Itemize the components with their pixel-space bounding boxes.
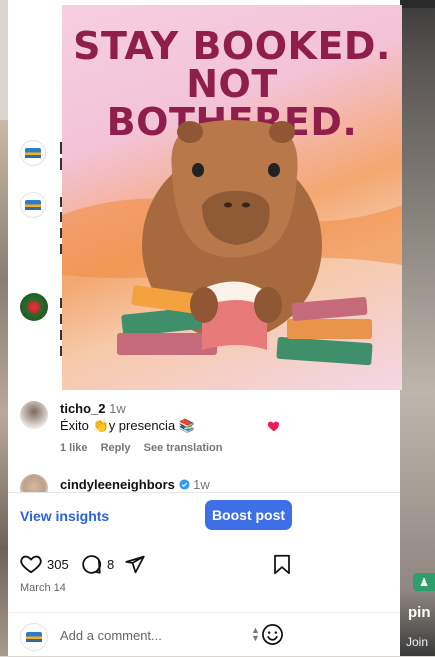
bookmark-icon[interactable] bbox=[273, 554, 291, 575]
comment-avatar[interactable] bbox=[20, 140, 46, 166]
comment-avatar[interactable] bbox=[20, 401, 48, 429]
avatar bbox=[20, 192, 46, 218]
heart-icon[interactable] bbox=[20, 554, 42, 574]
comment-avatar[interactable] bbox=[20, 293, 48, 321]
avatar bbox=[20, 140, 46, 166]
background-join-label: Join bbox=[406, 635, 429, 649]
avatar bbox=[20, 401, 48, 429]
post-actions: 305 8 bbox=[8, 548, 400, 582]
view-insights-link[interactable]: View insights bbox=[20, 508, 109, 524]
share-icon[interactable] bbox=[124, 554, 146, 575]
background-photo-strip bbox=[400, 0, 435, 8]
comment-translate[interactable]: See translation bbox=[144, 442, 223, 454]
comment-icon[interactable] bbox=[81, 554, 102, 575]
background-photo-right bbox=[400, 0, 435, 656]
comment-username[interactable]: ticho_2 1w bbox=[60, 401, 126, 416]
book-shape bbox=[287, 319, 372, 339]
comment-time: 1w bbox=[193, 477, 210, 492]
boost-post-button[interactable]: Boost post bbox=[205, 500, 292, 530]
insights-bar: View insights Boost post bbox=[8, 492, 400, 539]
comment-likes[interactable]: 1 like bbox=[60, 442, 88, 454]
capybara-nostril bbox=[224, 202, 232, 208]
comment-time: 1w bbox=[109, 401, 126, 416]
background-pin-label: pin bbox=[408, 604, 431, 621]
comments-count[interactable]: 8 bbox=[107, 557, 114, 572]
capybara-ear bbox=[269, 121, 295, 143]
comment-text: Éxito 👏y presencia 📚 bbox=[60, 418, 195, 433]
capybara-paw bbox=[190, 287, 218, 323]
comment-meta: 1 like Reply See translation bbox=[60, 442, 232, 454]
capybara-ear bbox=[177, 121, 203, 143]
emoji-icon[interactable] bbox=[261, 623, 284, 646]
verified-icon bbox=[178, 479, 190, 490]
add-comment-row: Add a comment... ▲ ▼ bbox=[8, 612, 400, 657]
capybara-eye bbox=[192, 163, 204, 177]
capybara-paw bbox=[254, 287, 282, 323]
avatar bbox=[20, 293, 48, 321]
comment-avatar[interactable] bbox=[20, 192, 46, 218]
book-shape bbox=[276, 336, 373, 366]
current-user-avatar bbox=[20, 623, 48, 651]
featured-image: STAY BOOKED. NOT BOTHERED. bbox=[62, 5, 402, 390]
comment-reply[interactable]: Reply bbox=[101, 442, 131, 454]
heart-icon[interactable] bbox=[267, 419, 281, 433]
comment-username[interactable]: cindyleeneighbors 1w bbox=[60, 477, 210, 492]
capybara-eye bbox=[268, 163, 280, 177]
capybara-illustration bbox=[62, 120, 402, 366]
sort-arrows-icon[interactable]: ▲ ▼ bbox=[251, 626, 260, 643]
likes-count[interactable]: 305 bbox=[47, 557, 69, 572]
avatar bbox=[20, 623, 48, 651]
post-date: March 14 bbox=[20, 582, 66, 594]
add-comment-input[interactable]: Add a comment... bbox=[60, 628, 162, 643]
background-pill-icon: ♟ bbox=[413, 573, 435, 591]
capybara-nostril bbox=[242, 202, 250, 208]
comment-username-text: cindyleeneighbors bbox=[60, 477, 175, 492]
comment-username-text: ticho_2 bbox=[60, 401, 106, 416]
